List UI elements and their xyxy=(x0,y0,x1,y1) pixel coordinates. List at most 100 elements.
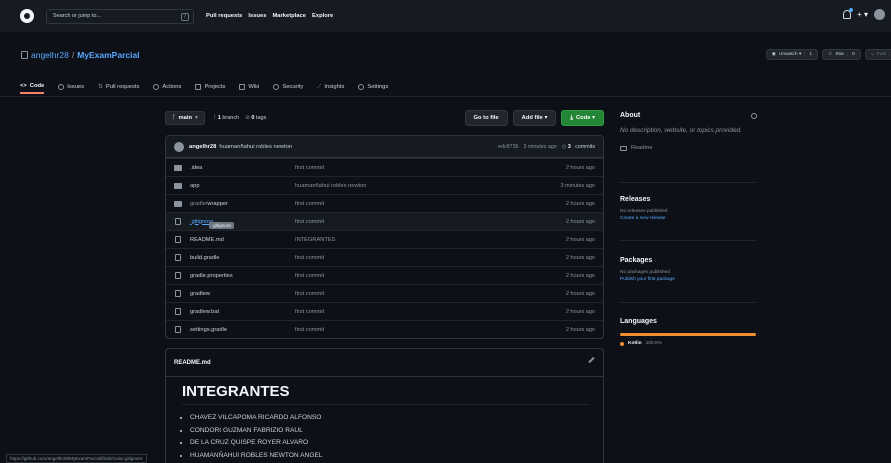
download-icon: ⤓ xyxy=(570,114,573,121)
file-time: 2 hours ago xyxy=(565,200,595,207)
avatar[interactable] xyxy=(874,9,885,20)
create-release-link[interactable]: Create a new release xyxy=(620,216,667,221)
file-commit-message[interactable]: first commit xyxy=(295,327,324,333)
file-commit-message[interactable]: INTEGRANTES xyxy=(295,237,335,243)
tab-settings[interactable]: Settings xyxy=(358,80,388,94)
commits-label: commits xyxy=(573,143,595,150)
code-icon: <> xyxy=(20,83,27,89)
file-commit-message[interactable]: first commit xyxy=(295,219,324,225)
packages-title[interactable]: Packages xyxy=(620,257,675,264)
pencil-icon[interactable] xyxy=(588,356,595,364)
unwatch-button[interactable]: ◉ Unwatch ▾ 1 xyxy=(765,49,819,60)
gear-icon[interactable] xyxy=(751,113,757,119)
bell-icon[interactable] xyxy=(843,8,854,19)
table-row[interactable]: gradlew first commit 2 hours ago xyxy=(166,284,603,302)
tab-wiki[interactable]: Wiki xyxy=(239,80,259,94)
go-to-file-button[interactable]: Go to file xyxy=(464,110,508,126)
file-commit-message[interactable]: first commit xyxy=(295,165,324,171)
tab-actions[interactable]: Actions xyxy=(153,80,181,94)
file-name[interactable]: settings.gradle xyxy=(190,327,295,333)
table-row[interactable]: build.gradle first commit 2 hours ago xyxy=(166,248,603,266)
top-header: Search or jump to... / Pull requests Iss… xyxy=(0,0,891,32)
github-logo-icon[interactable] xyxy=(20,9,34,23)
file-commit-message[interactable]: first commit xyxy=(295,273,324,279)
nav-pull-requests[interactable]: Pull requests xyxy=(206,13,242,19)
releases-title[interactable]: Releases xyxy=(620,196,667,203)
file-name[interactable]: README.md xyxy=(190,237,295,243)
file-name[interactable]: gradlew xyxy=(190,291,295,297)
repo-owner-link[interactable]: angelhr28 xyxy=(31,50,69,60)
slash-key-hint: / xyxy=(181,12,189,21)
file-time: 2 hours ago xyxy=(565,236,595,243)
tab-insights[interactable]: ⟋ Insights xyxy=(317,80,344,94)
nav-issues[interactable]: Issues xyxy=(248,13,266,19)
branches-link[interactable]: ᚶ 1 branch xyxy=(213,115,239,121)
watch-count: 1 xyxy=(804,52,812,57)
chevron-down-icon: ▾ xyxy=(195,115,198,121)
nav-explore[interactable]: Explore xyxy=(312,13,333,19)
file-commit-message[interactable]: first commit xyxy=(295,309,324,315)
tab-code[interactable]: <> Code xyxy=(20,80,45,94)
file-time: 2 hours ago xyxy=(565,272,595,279)
search-input[interactable]: Search or jump to... / xyxy=(46,8,194,24)
file-commit-message[interactable]: first commit xyxy=(295,201,324,207)
language-item[interactable]: Kotlin 100.0% xyxy=(620,341,756,346)
readme-link[interactable]: Readme xyxy=(620,145,756,151)
commit-time: 3 minutes ago xyxy=(523,143,557,150)
file-name[interactable]: .idea xyxy=(190,165,295,171)
list-item: HUAMANÑAHUI ROBLES NEWTON ANGEL xyxy=(190,450,323,463)
about-description: No description, website, or topics provi… xyxy=(620,127,742,134)
file-icon xyxy=(175,290,181,297)
nav-marketplace[interactable]: Marketplace xyxy=(272,13,306,19)
file-name[interactable]: gradlew.bat xyxy=(190,309,295,315)
star-count: 0 xyxy=(847,52,855,57)
commit-author[interactable]: angelhr28 xyxy=(189,144,216,150)
sidebar-divider xyxy=(620,302,756,303)
file-name[interactable]: build.gradle xyxy=(190,255,295,261)
tab-label: Pull requests xyxy=(105,84,140,90)
avatar[interactable] xyxy=(174,141,184,152)
tab-pull-requests[interactable]: ⇅ Pull requests xyxy=(98,80,139,94)
main-content: ᚶ main ▾ ᚶ 1 branch ⊘ 0 tags Go to file … xyxy=(165,110,604,463)
code-button[interactable]: ⤓ Code ▾ xyxy=(561,110,604,126)
commit-message[interactable]: huamanñahui robles newton xyxy=(219,144,292,150)
star-icon: ☆ xyxy=(828,52,833,57)
branch-name: main xyxy=(178,115,193,121)
table-row[interactable]: .idea first commit 2 hours ago xyxy=(166,158,603,176)
readme-panel: README.md INTEGRANTES CHAVEZ VILCAPOMA R… xyxy=(165,348,604,463)
branch-selector[interactable]: ᚶ main ▾ xyxy=(165,111,205,125)
fork-button[interactable]: ⑂ Fork 0 xyxy=(864,49,891,60)
header-right: + ▾ xyxy=(843,8,885,20)
pull-request-icon: ⇅ xyxy=(98,84,103,90)
table-row[interactable]: README.md INTEGRANTES 2 hours ago xyxy=(166,230,603,248)
file-commit-message[interactable]: huamanñahui robles newton xyxy=(295,183,366,189)
file-name[interactable]: app xyxy=(190,183,295,189)
status-bar-url: https://github.com/angelhr28/MyExamParci… xyxy=(6,454,147,463)
tab-label: Settings xyxy=(367,84,389,90)
tab-projects[interactable]: Projects xyxy=(195,80,225,94)
list-item: DE LA CRUZ QUISPE ROYER ALVARO xyxy=(190,437,323,450)
project-icon xyxy=(195,84,202,90)
table-row[interactable]: gradle/wrapper first commit 2 hours ago xyxy=(166,194,603,212)
table-row[interactable]: app huamanñahui robles newton 3 minutes … xyxy=(166,176,603,194)
file-icon xyxy=(175,236,181,243)
file-name[interactable]: .gitignore xyxy=(190,219,295,225)
table-row[interactable]: gradlew.bat first commit 2 hours ago xyxy=(166,302,603,320)
create-new-plus-icon[interactable]: + ▾ xyxy=(857,10,868,19)
publish-package-link[interactable]: Publish your first package xyxy=(620,277,675,282)
table-row[interactable]: .gitignore first commit 2 hours ago .git… xyxy=(166,212,603,230)
table-row[interactable]: settings.gradle first commit 2 hours ago xyxy=(166,320,603,338)
star-button[interactable]: ☆ Star 0 xyxy=(822,49,861,60)
file-commit-message[interactable]: first commit xyxy=(295,291,324,297)
file-commit-message[interactable]: first commit xyxy=(295,255,324,261)
file-name[interactable]: gradle.properties xyxy=(190,273,295,279)
tab-issues[interactable]: Issues xyxy=(58,80,84,94)
commits-link[interactable]: ◷ 3 commits xyxy=(562,144,595,150)
repo-name-link[interactable]: MyExamParcial xyxy=(77,50,139,60)
commit-hash[interactable]: edc8735 xyxy=(498,144,518,150)
tab-security[interactable]: Security xyxy=(273,80,303,94)
file-name[interactable]: gradle/wrapper xyxy=(190,201,295,207)
table-row[interactable]: gradle.properties first commit 2 hours a… xyxy=(166,266,603,284)
tags-link[interactable]: ⊘ 0 tags xyxy=(245,115,266,121)
add-file-button[interactable]: Add file ▾ xyxy=(512,110,557,126)
